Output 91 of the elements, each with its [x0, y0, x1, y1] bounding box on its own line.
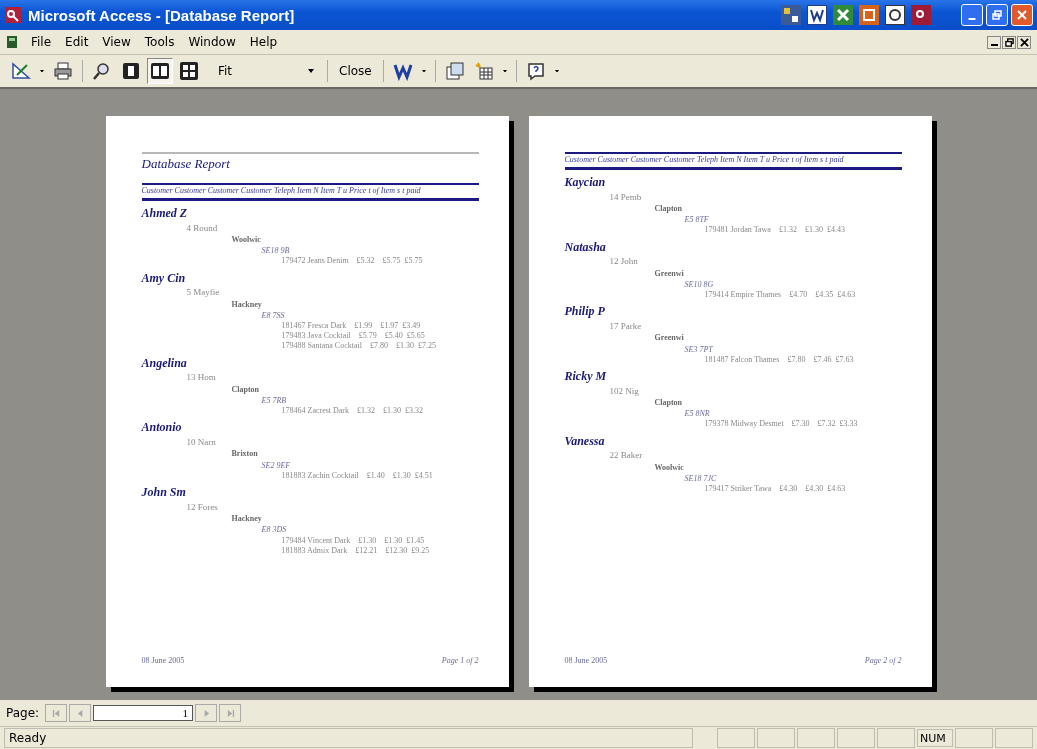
report-date: 08 June 2005 — [141, 656, 185, 665]
postcode-text: E8 7SS — [261, 310, 286, 320]
book-icon — [6, 35, 18, 49]
order-line: 181883 Zachin Cocktail £1.40 £1.30 £4.51 — [281, 470, 434, 480]
town-text: Clapton — [231, 384, 261, 394]
order-line: 179484 Vincent Dark £1.30 £1.30 £1.45 — [281, 535, 426, 545]
address-text: 4 Round — [186, 222, 219, 233]
close-icon — [1017, 10, 1027, 20]
dropdown-caret-icon — [308, 69, 314, 73]
page-number-field[interactable]: 1 — [93, 705, 194, 721]
page-label: Page: — [6, 706, 40, 720]
postcode-text: SE18 9B — [261, 246, 291, 256]
restore-icon — [1004, 37, 1014, 47]
order-line: 179483 Java Cocktail £5.79 £5.40 £5.65 — [281, 331, 426, 341]
order-line: 179414 Empire Thames £4.70 £4.35 £4.63 — [704, 290, 857, 300]
postcode-text: SE3 7PT — [684, 344, 714, 354]
town-text: Clapton — [654, 398, 684, 408]
address-text: 14 Pemb — [609, 191, 643, 202]
address-text: 10 Narn — [186, 437, 217, 448]
postcode-text: SE2 9EF — [261, 460, 292, 470]
close-button[interactable] — [1017, 35, 1031, 49]
order-line: 178464 Zacrest Dark £1.32 £1.30 £3.32 — [281, 406, 425, 416]
report-date: 08 June 2005 — [564, 656, 608, 665]
postcode-text: SE18 7JC — [684, 473, 718, 484]
minimize-icon — [968, 18, 976, 20]
order-line: 179378 Midway Desmet £7.30 £7.32 £3.33 — [704, 419, 859, 429]
app-icon[interactable] — [781, 5, 801, 25]
column-headers: Customer Customer Customer Customer Teleph Item N Item T u Price t of Item s t paid — [141, 187, 422, 196]
status-text: Ready — [4, 728, 693, 748]
minimize-icon — [990, 44, 998, 46]
previous-page-icon — [75, 708, 85, 718]
postcode-text: E5 8NR — [684, 409, 711, 419]
page-number: Page 1 of 2 — [441, 656, 479, 665]
app-icon[interactable] — [807, 5, 827, 25]
customer-name: Ricky M — [564, 369, 608, 384]
customer-name: Angelina — [141, 356, 188, 371]
town-text: Brixton — [231, 449, 259, 459]
customer-name: Amy Cin — [141, 271, 187, 286]
menu-item[interactable]: View — [97, 35, 136, 49]
town-text: Clapton — [654, 203, 684, 214]
num-lock-indicator: NUM — [917, 729, 953, 747]
town-text: Hackney — [231, 514, 263, 524]
menu-item[interactable]: Window — [183, 35, 241, 49]
order-line: 179417 Striker Tawa £4.30 £4.30 £4.63 — [704, 484, 847, 494]
order-line: 181467 Fresca Dark £1.99 £1.97 £3.49 — [281, 321, 422, 331]
window-title: Microsoft Access - [Database Report] — [28, 6, 296, 24]
address-text: 22 Baker — [609, 450, 644, 461]
two-pages-icon[interactable] — [147, 58, 173, 84]
order-line: 181487 Falcon Thames £7.80 £7.46 £7.63 — [704, 354, 855, 364]
customer-name: Ahmed Z — [141, 206, 189, 221]
report-title: Database Report — [141, 155, 231, 173]
restore-icon — [992, 10, 1002, 20]
postcode-text: E5 8TF — [684, 215, 710, 225]
order-line: 179481 Jordan Tawa £1.32 £1.30 £4.43 — [704, 225, 846, 235]
order-line: 179472 Jeans Denim £5.32 £5.75 £5.75 — [281, 256, 424, 266]
address-text: 17 Parke — [609, 321, 643, 332]
address-text: 12 John — [609, 256, 639, 267]
page-number: Page 2 of 2 — [864, 656, 902, 665]
address-text: 12 Fores — [186, 501, 219, 513]
address-text: 5 Mayfie — [186, 287, 221, 298]
customer-name: Natasha — [564, 240, 607, 255]
app-icon[interactable] — [885, 5, 905, 25]
postcode-text: SE10 8G — [684, 279, 715, 289]
first-page-icon — [51, 708, 61, 718]
menu-item[interactable]: Edit — [60, 35, 94, 49]
order-line: 181883 Admix Dark £12.21 £12.30 £9.25 — [281, 545, 431, 555]
menu-item[interactable]: File — [26, 35, 57, 49]
app-icon[interactable] — [911, 5, 931, 25]
town-text: Greenwi — [654, 333, 685, 343]
address-text: 102 Nig — [609, 385, 640, 397]
address-text: 13 Hom — [186, 372, 217, 383]
column-headers: Customer Customer Customer Customer Teleph Item N Item T u Price t of Item s t paid — [564, 156, 845, 165]
menu-item[interactable]: Tools — [139, 35, 180, 49]
close-icon — [1019, 37, 1029, 47]
minimize-button[interactable] — [987, 35, 1001, 49]
customer-name: Antonio — [141, 421, 183, 436]
postcode-text: E5 7RB — [261, 395, 288, 406]
town-text: Hackney — [231, 299, 263, 309]
town-text: Woolwic — [654, 462, 685, 472]
postcode-text: E8 3DS — [261, 525, 288, 535]
order-line: 179488 Santana Cocktail £7.80 £1.30 £7.25 — [281, 341, 437, 351]
town-text: Woolwic — [231, 234, 262, 245]
customer-name: Kaycian — [564, 175, 607, 190]
customer-name: John Sm — [141, 486, 187, 500]
menu-item[interactable]: Help — [244, 35, 283, 49]
last-page-icon — [225, 708, 235, 718]
customer-name: Philip P — [564, 305, 606, 319]
customer-name: Vanessa — [564, 434, 606, 449]
close-button[interactable]: Close — [334, 58, 377, 84]
town-text: Greenwi — [654, 268, 685, 278]
restore-button[interactable] — [1002, 35, 1016, 49]
